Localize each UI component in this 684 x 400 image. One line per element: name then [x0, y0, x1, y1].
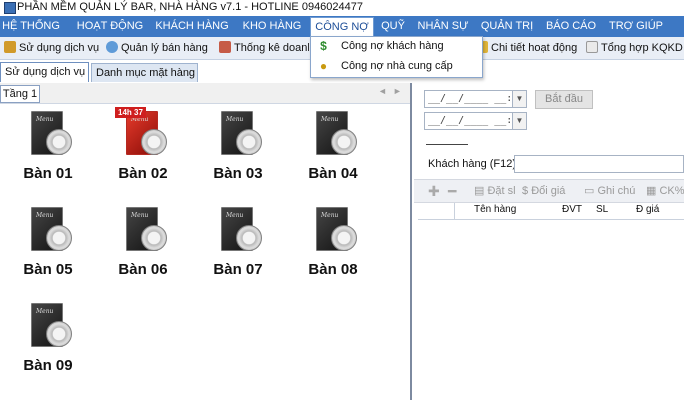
summary-icon: [586, 41, 598, 53]
toolbar-thong-ke-doanh[interactable]: Thống kê doanh: [219, 40, 309, 56]
menu-bao-cao[interactable]: BÁO CÁO: [542, 16, 600, 37]
menu-quan-tri[interactable]: QUẢN TRỊ: [478, 16, 536, 37]
toolbar-quan-ly-ban-hang[interactable]: Quản lý bán hàng: [106, 40, 208, 56]
table-06[interactable]: Menu Bàn 06: [103, 203, 183, 288]
menu-book-text: Menu: [36, 116, 54, 123]
quantity-icon: ▤: [474, 185, 488, 197]
table-02[interactable]: Menu 14h 37 Bàn 02: [103, 107, 183, 192]
menu-kho-hang[interactable]: KHO HÀNG: [238, 16, 306, 37]
menu-khach-hang[interactable]: KHÁCH HÀNG: [152, 16, 232, 37]
menu-book-text: Menu: [226, 116, 244, 123]
plate-icon: [46, 129, 72, 155]
order-grid-header: Tên hàng ĐVT SL Đ giá: [418, 203, 684, 220]
app-icon: [4, 2, 16, 14]
table-07[interactable]: Menu Bàn 07: [198, 203, 278, 288]
remove-icon[interactable]: ━: [448, 183, 456, 199]
table-label: Bàn 03: [213, 165, 263, 182]
menu-nhan-su[interactable]: NHÂN SỰ: [416, 16, 470, 37]
table-09[interactable]: Menu Bàn 09: [8, 299, 88, 384]
discount-button[interactable]: ▦ CK%: [646, 183, 684, 199]
menu-book-text: Menu: [321, 116, 339, 123]
customer-input[interactable]: [514, 155, 684, 173]
window-title: PHẦN MỀM QUẢN LÝ BAR, NHÀ HÀNG v7.1 - HO…: [17, 1, 364, 13]
plate-icon: [141, 129, 167, 155]
menu-quy[interactable]: QUỸ: [378, 16, 408, 37]
coins-icon: ●: [319, 59, 328, 73]
table-label: Bàn 01: [23, 165, 73, 182]
table-08[interactable]: Menu Bàn 08: [293, 203, 373, 288]
menu-he-thong[interactable]: HỆ THỐNG: [2, 16, 60, 37]
customer-label: Khách hàng (F12): [428, 158, 517, 170]
table-label: Bàn 09: [23, 357, 73, 374]
menu-book-text: Menu: [321, 212, 339, 219]
plate-icon: [236, 129, 262, 155]
toolbar-tong-hop-kqkd[interactable]: Tổng hợp KQKD: [586, 40, 683, 56]
menu-item-cong-no-khach-hang[interactable]: $ Công nợ khách hàng: [311, 37, 481, 56]
divider: [426, 144, 468, 145]
plate-icon: [46, 321, 72, 347]
tab-su-dung-dich-vu[interactable]: Sử dụng dịch vụ: [0, 62, 89, 82]
column-ten-hang[interactable]: Tên hàng: [474, 204, 516, 215]
tables-panel: Tầng 1 ◄► Menu Bàn 01 Menu 14h 37 Bàn 02 Menu…: [0, 83, 412, 400]
floor-tab-1[interactable]: Tầng 1: [0, 85, 40, 103]
chevron-down-icon[interactable]: ▼: [512, 112, 527, 130]
discount-icon: ▦: [646, 185, 660, 197]
table-05[interactable]: Menu Bàn 05: [8, 203, 88, 288]
toolbar-su-dung-dich-vu[interactable]: Sử dụng dịch vụ: [4, 40, 99, 56]
menu-book-text: Menu: [226, 212, 244, 219]
plate-icon: [236, 225, 262, 251]
table-04[interactable]: Menu Bàn 04: [293, 107, 373, 192]
table-03[interactable]: Menu Bàn 03: [198, 107, 278, 192]
table-timer-badge: 14h 37: [115, 107, 146, 118]
floor-scroll-arrows[interactable]: ◄►: [378, 86, 408, 96]
plate-icon: [331, 225, 357, 251]
add-icon[interactable]: ✚: [428, 183, 440, 199]
column-don-gia[interactable]: Đ giá: [636, 204, 659, 215]
menu-hoat-dong[interactable]: HOẠT ĐỘNG: [73, 16, 147, 37]
service-icon: [4, 41, 16, 53]
set-quantity-button[interactable]: ▤ Đặt sl: [474, 183, 516, 199]
sales-manage-icon: [106, 41, 118, 53]
plate-icon: [141, 225, 167, 251]
start-button[interactable]: Bắt đầu: [535, 90, 593, 109]
floor-header: Tầng 1 ◄►: [0, 83, 410, 104]
menu-bar: HỆ THỐNG HOẠT ĐỘNG KHÁCH HÀNG KHO HÀNG C…: [0, 16, 684, 37]
plate-icon: [331, 129, 357, 155]
menu-book-text: Menu: [36, 212, 54, 219]
column-dvt[interactable]: ĐVT: [562, 204, 582, 215]
stats-icon: [219, 41, 231, 53]
grid-separator: [454, 203, 455, 219]
menu-tro-giup[interactable]: TRỢ GIÚP: [606, 16, 666, 37]
cong-no-dropdown: $ Công nợ khách hàng ● Công nợ nhà cung …: [310, 36, 483, 78]
menu-book-text: Menu: [131, 212, 149, 219]
dollar-icon: $: [522, 185, 532, 197]
table-label: Bàn 02: [118, 165, 168, 182]
note-icon: ▭: [584, 185, 598, 197]
order-panel: __/__/____ __:__ ▼ Bắt đầu __/__/____ __…: [414, 83, 684, 400]
title-bar: PHẦN MỀM QUẢN LÝ BAR, NHÀ HÀNG v7.1 - HO…: [0, 0, 684, 16]
menu-cong-no[interactable]: CÔNG NỢ: [310, 17, 374, 37]
table-label: Bàn 05: [23, 261, 73, 278]
order-grid-toolbar: ✚ ━ ▤ Đặt sl $ Đổi giá ▭ Ghi chú ▦ CK%: [414, 179, 684, 203]
menu-item-cong-no-nha-cung-cap[interactable]: ● Công nợ nhà cung cấp: [311, 57, 481, 76]
menu-book-text: Menu: [36, 308, 54, 315]
column-sl[interactable]: SL: [596, 204, 608, 215]
table-label: Bàn 07: [213, 261, 263, 278]
toolbar-chi-tiet-hoat-dong[interactable]: Chi tiết hoạt động: [482, 40, 577, 56]
table-01[interactable]: Menu Bàn 01: [8, 107, 88, 192]
chevron-down-icon[interactable]: ▼: [512, 90, 527, 108]
dollar-icon: $: [320, 39, 327, 53]
change-price-button[interactable]: $ Đổi giá: [522, 183, 565, 199]
table-label: Bàn 06: [118, 261, 168, 278]
tab-danh-muc-mat-hang[interactable]: Danh mục mặt hàng: [91, 63, 198, 82]
note-button[interactable]: ▭ Ghi chú: [584, 183, 635, 199]
table-label: Bàn 04: [308, 165, 358, 182]
table-label: Bàn 08: [308, 261, 358, 278]
plate-icon: [46, 225, 72, 251]
